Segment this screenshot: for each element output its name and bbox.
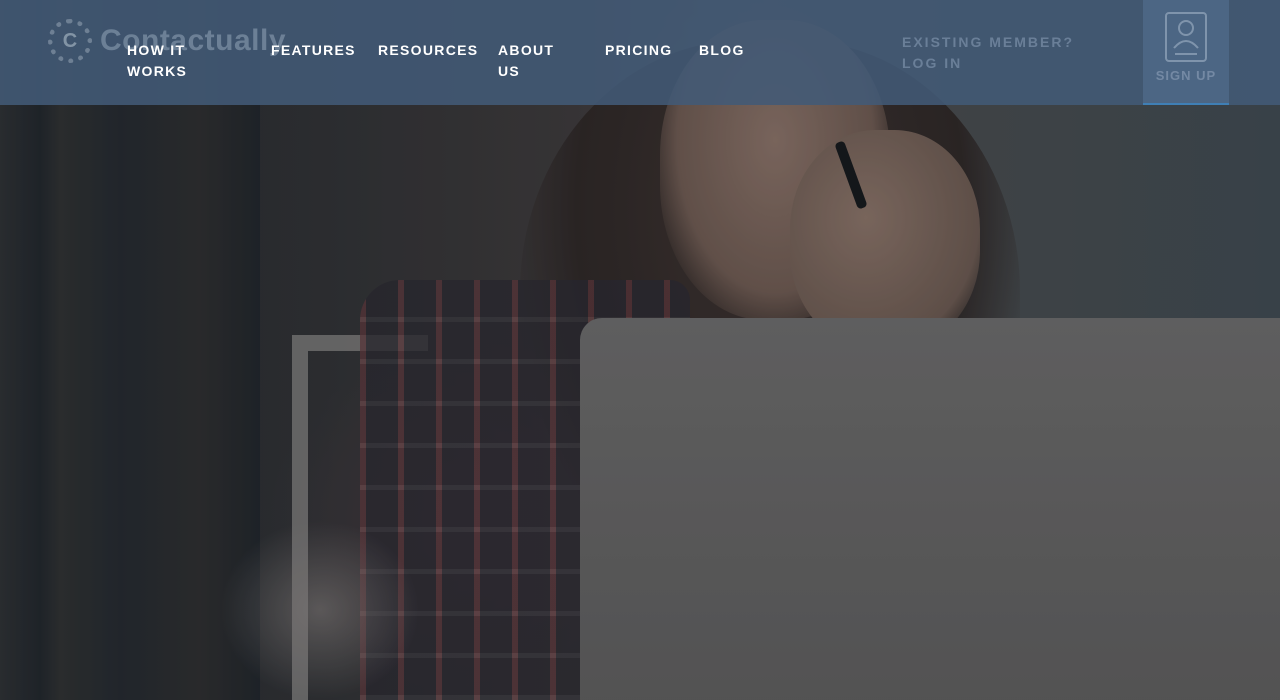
nav-features[interactable]: FEATURES [271, 40, 356, 61]
user-id-card-icon [1165, 12, 1207, 62]
login-link[interactable]: EXISTING MEMBER? LOG IN [902, 32, 1112, 74]
nav-resources[interactable]: RESOURCES [378, 40, 478, 61]
site-header: C Contactually HOW IT WORKS FEATURES RES… [0, 0, 1280, 105]
nav-blog[interactable]: BLOG [699, 40, 745, 61]
hero-background-image [0, 0, 1280, 700]
hero-overlay [0, 0, 1280, 700]
signup-button[interactable]: SIGN UP [1143, 0, 1229, 105]
signup-label: SIGN UP [1155, 68, 1217, 83]
nav-how-it-works[interactable]: HOW IT WORKS [127, 40, 197, 82]
nav-about-us[interactable]: ABOUT US [498, 40, 568, 82]
nav-pricing[interactable]: PRICING [605, 40, 672, 61]
